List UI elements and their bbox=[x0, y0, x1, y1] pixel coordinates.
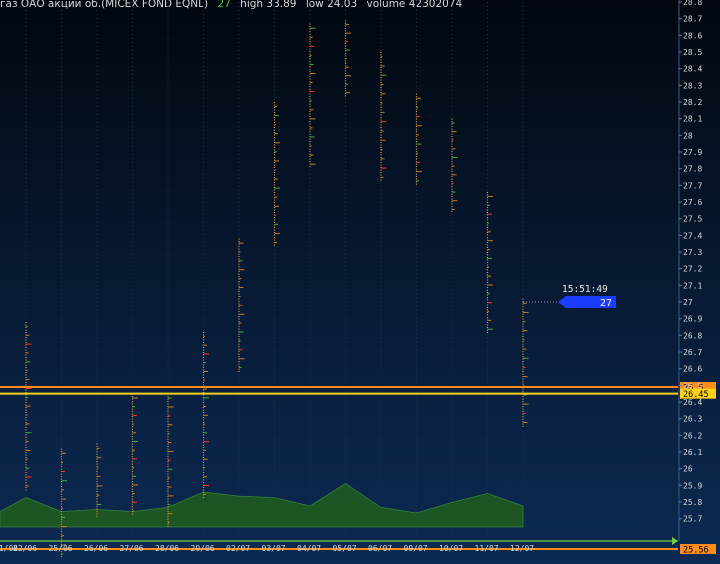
y-tick-label: 26.6 bbox=[683, 365, 702, 374]
y-tick-label: 25.8 bbox=[683, 498, 702, 507]
day-profile-29-06 bbox=[202, 332, 209, 499]
x-tick-label: 28/06 bbox=[155, 544, 179, 553]
y-tick-label: 28.4 bbox=[683, 65, 702, 74]
y-tick-label: 27 bbox=[683, 298, 693, 307]
y-tick-label: 26 bbox=[683, 465, 693, 474]
day-profile-05-07 bbox=[344, 20, 351, 97]
x-tick-label: 06/07 bbox=[368, 544, 392, 553]
y-tick-label: 28.3 bbox=[683, 81, 702, 90]
x-tick-label: 22/06 bbox=[13, 544, 37, 553]
day-profile-25-06 bbox=[60, 448, 67, 559]
x-tick-label: 05/07 bbox=[333, 544, 357, 553]
y-tick-label: 25.9 bbox=[683, 481, 702, 490]
y-tick-label: 27.8 bbox=[683, 165, 702, 174]
y-tick-label: 26.3 bbox=[683, 415, 702, 424]
volume-area bbox=[0, 483, 524, 528]
x-tick-label: 11/07 bbox=[475, 544, 499, 553]
x-tick-label: 25/06 bbox=[49, 544, 73, 553]
y-tick-label: 26.8 bbox=[683, 331, 702, 340]
y-tick-label: 27.3 bbox=[683, 248, 702, 257]
cursor-time: 15:51:49 bbox=[562, 284, 608, 295]
day-profile-03-07 bbox=[273, 102, 280, 247]
x-tick-label: 12/07 bbox=[510, 544, 534, 553]
day-profile-06-07 bbox=[380, 52, 387, 182]
cursor-price: 27 bbox=[600, 298, 612, 309]
y-tick-label: 28 bbox=[683, 131, 693, 140]
day-profile-10-07 bbox=[451, 118, 458, 214]
y-tick-label: 26.4 bbox=[683, 398, 702, 407]
y-tick-label: 27.4 bbox=[683, 231, 702, 240]
day-profile-12-07 bbox=[522, 298, 529, 427]
x-tick-label: 29/06 bbox=[191, 544, 215, 553]
y-tick-label: 28.6 bbox=[683, 31, 702, 40]
x-tick-label: 02/07 bbox=[226, 544, 250, 553]
price-level-label: 25.56 bbox=[683, 546, 709, 556]
x-tick-label: 09/07 bbox=[404, 544, 428, 553]
day-profile-22-06 bbox=[25, 322, 32, 491]
day-profile-02-07 bbox=[238, 238, 245, 372]
x-tick-label: 03/07 bbox=[262, 544, 286, 553]
x-tick-label: 10/07 bbox=[439, 544, 463, 553]
x-tick-label: 26/06 bbox=[84, 544, 108, 553]
x-axis-arrow bbox=[672, 537, 678, 545]
market-profile-chart[interactable]: 26.526.4525.5628.828.728.628.528.428.328… bbox=[0, 0, 720, 564]
y-tick-label: 26.2 bbox=[683, 431, 702, 440]
day-profile-04-07 bbox=[309, 23, 316, 169]
y-tick-label: 25.7 bbox=[683, 515, 702, 524]
y-tick-label: 26.7 bbox=[683, 348, 702, 357]
y-tick-label: 27.5 bbox=[683, 215, 702, 224]
day-profile-11-07 bbox=[486, 192, 493, 334]
y-tick-label: 28.5 bbox=[683, 48, 702, 57]
day-profile-27-06 bbox=[131, 393, 138, 516]
x-tick-label: 04/07 bbox=[297, 544, 321, 553]
day-profile-26-06 bbox=[96, 443, 103, 519]
y-tick-label: 27.1 bbox=[683, 281, 702, 290]
y-tick-label: 26.9 bbox=[683, 315, 702, 324]
y-tick-label: 28.2 bbox=[683, 98, 702, 107]
y-tick-label: 27.2 bbox=[683, 265, 702, 274]
y-tick-label: 27.9 bbox=[683, 148, 702, 157]
y-tick-label: 26.1 bbox=[683, 448, 702, 457]
y-tick-label: 28.8 bbox=[683, 0, 702, 7]
y-tick-label: 27.7 bbox=[683, 181, 702, 190]
y-tick-label: 26.5 bbox=[683, 381, 702, 390]
day-profile-09-07 bbox=[415, 93, 422, 186]
y-tick-label: 28.7 bbox=[683, 15, 702, 24]
y-tick-label: 28.1 bbox=[683, 115, 702, 124]
x-tick-label: 27/06 bbox=[120, 544, 144, 553]
y-tick-label: 27.6 bbox=[683, 198, 702, 207]
